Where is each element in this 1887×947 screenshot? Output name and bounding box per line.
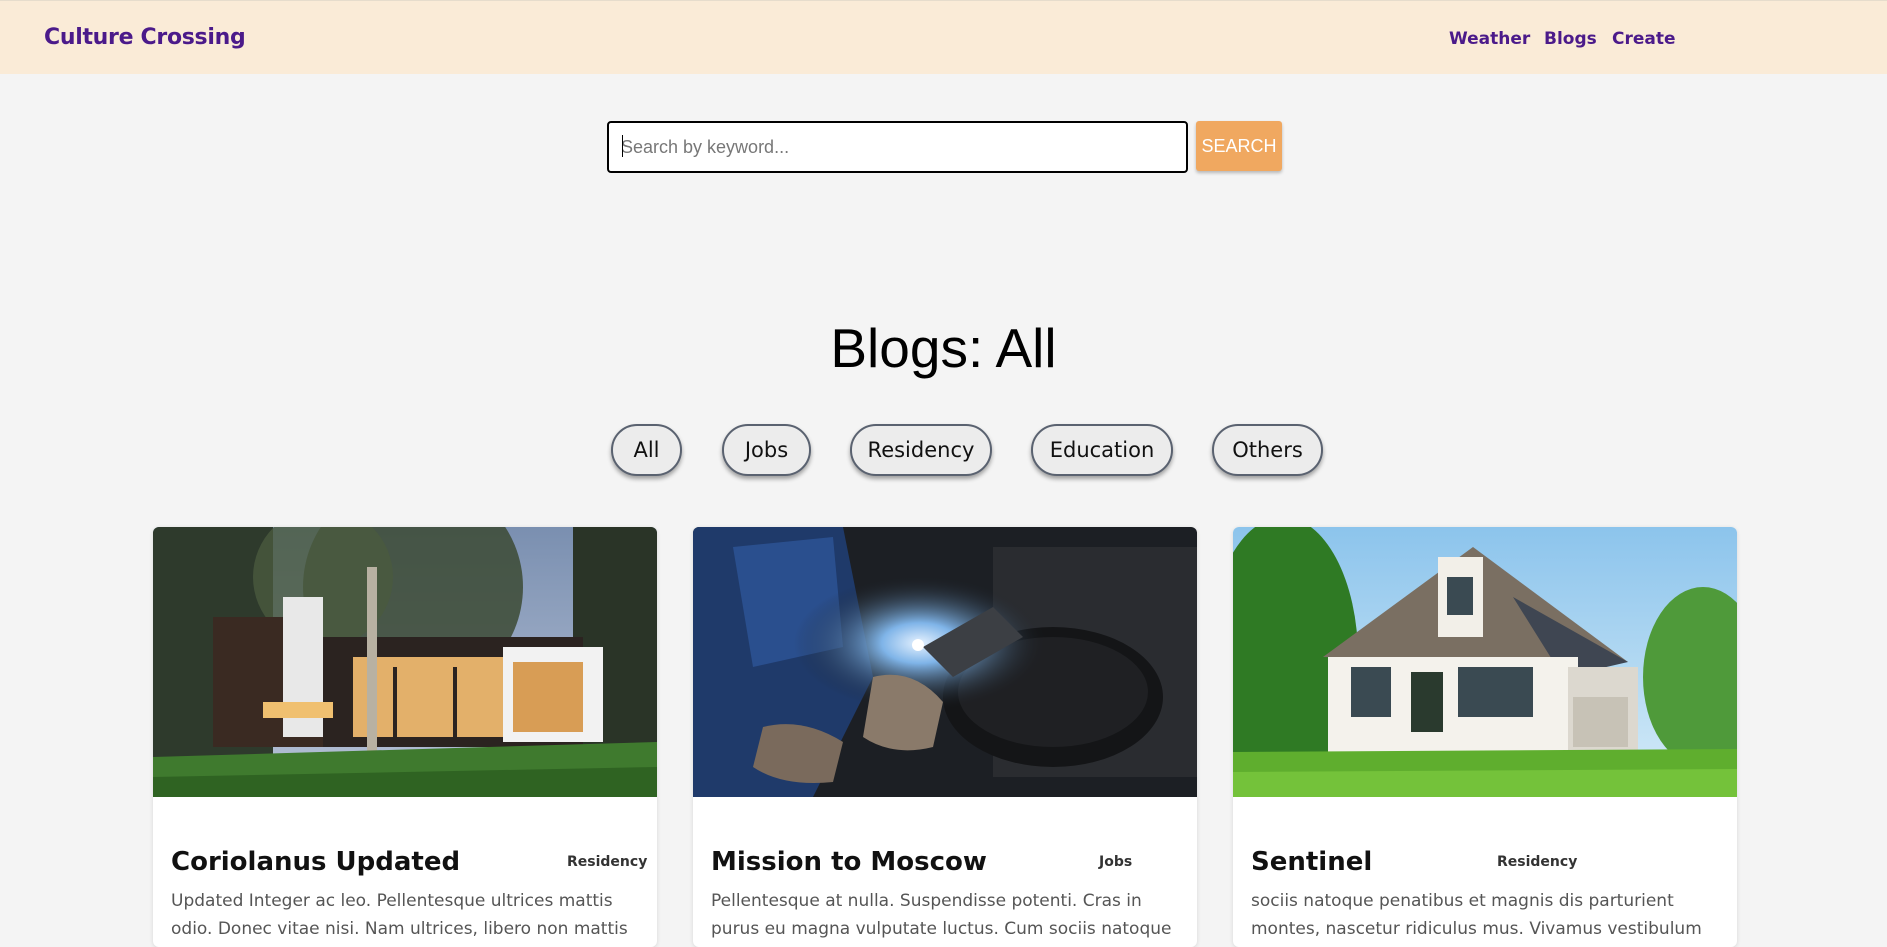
filter-chip-all[interactable]: All [611,424,682,476]
search-button[interactable]: SEARCH [1196,121,1282,171]
card-excerpt: Updated Integer ac leo. Pellentesque ult… [171,891,628,939]
search-input[interactable] [607,121,1188,173]
top-navbar: Culture Crossing Weather Blogs Create [0,0,1887,74]
text-caret [622,135,623,157]
blog-card[interactable]: Mission to Moscow Jobs Pellentesque at n… [693,527,1197,947]
page-title: Blogs: All [830,317,1057,379]
welder-photo [693,527,1197,797]
nav-link-blogs[interactable]: Blogs [1544,29,1597,49]
nav-link-create[interactable]: Create [1612,29,1676,49]
card-title: Mission to Moscow [711,847,987,877]
nav-link-weather[interactable]: Weather [1449,29,1530,49]
card-category-badge: Jobs [1099,854,1133,870]
blog-card[interactable]: Sentinel Residency sociis natoque penati… [1233,527,1737,947]
filter-chip-jobs[interactable]: Jobs [722,424,811,476]
filter-chip-education[interactable]: Education [1031,424,1173,476]
blog-card[interactable]: Coriolanus Updated Residency Updated Int… [153,527,657,947]
card-category-badge: Residency [567,854,648,870]
card-title: Coriolanus Updated [171,847,461,877]
modern-house-photo [153,527,657,797]
card-title: Sentinel [1251,847,1373,877]
filter-chip-residency[interactable]: Residency [850,424,992,476]
card-excerpt: sociis natoque penatibus et magnis dis p… [1251,891,1702,939]
card-excerpt: Pellentesque at nulla. Suspendisse poten… [711,891,1172,939]
brand-logo-text[interactable]: Culture Crossing [44,25,246,50]
white-house-photo [1233,527,1737,797]
card-category-badge: Residency [1497,854,1578,870]
filter-chip-others[interactable]: Others [1212,424,1323,476]
